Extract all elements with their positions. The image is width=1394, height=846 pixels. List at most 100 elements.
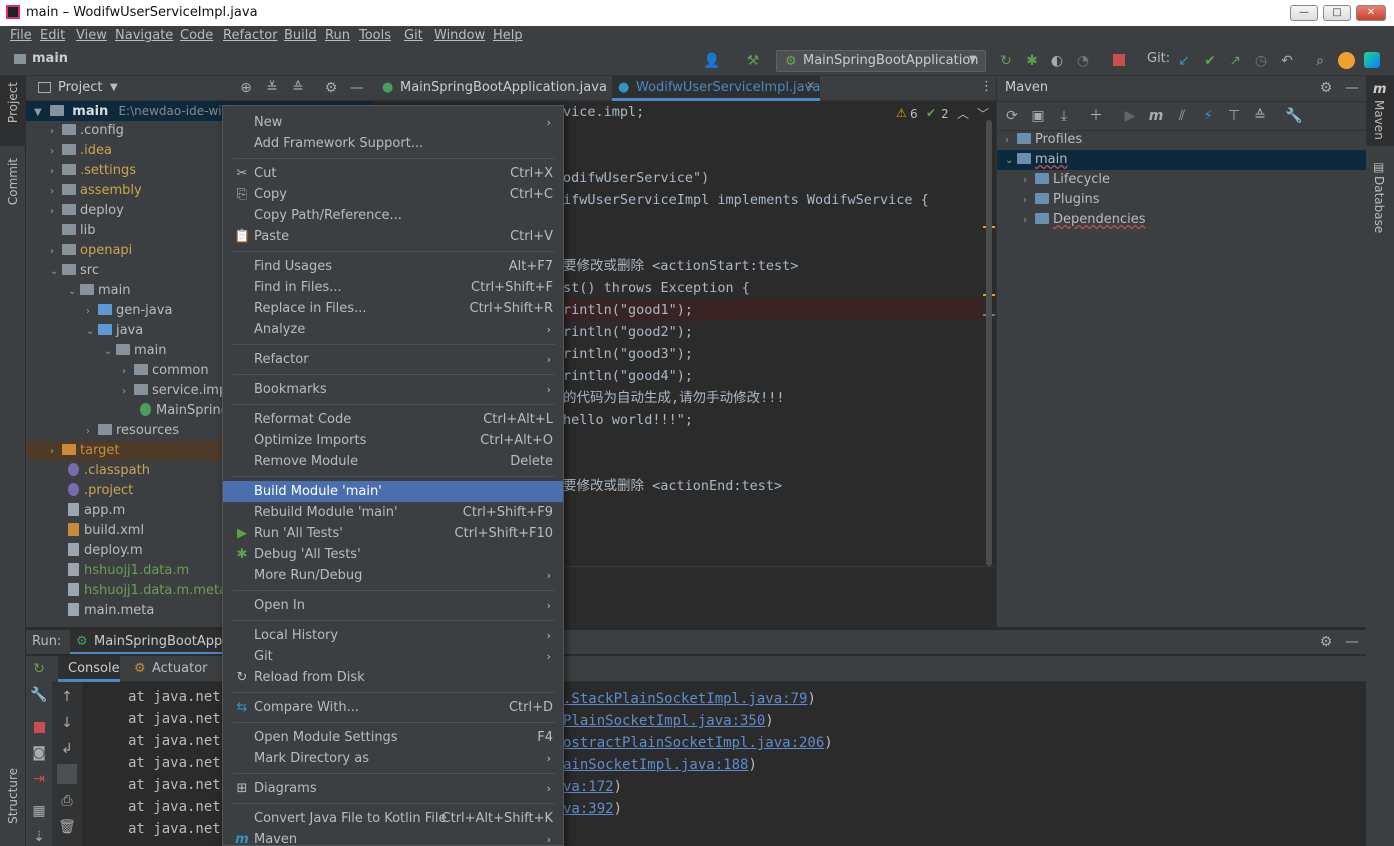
menu-tools[interactable]: Tools — [359, 28, 391, 43]
menu-item-refactor[interactable]: Refactor › — [223, 349, 563, 370]
maven-item-main[interactable]: ⌄ main — [997, 150, 1366, 170]
run-config-dropdown[interactable]: ⚙ MainSpringBootApplication ▼ — [776, 50, 986, 72]
tree-item-assembly[interactable]: › assembly — [50, 181, 142, 201]
menu-item-analyze[interactable]: Analyze › — [223, 319, 563, 340]
tree-item-lib[interactable]: lib — [50, 221, 95, 241]
reload-icon[interactable]: ⟳ — [1003, 107, 1021, 125]
tree-item-deploy[interactable]: › deploy — [50, 201, 124, 221]
menu-item-run-all-tests[interactable]: ▶ Run 'All Tests' Ctrl+Shift+F10 — [223, 523, 563, 544]
exit-icon[interactable]: ⇥ — [30, 770, 48, 788]
menu-item-maven[interactable]: m Maven › — [223, 829, 563, 846]
menu-navigate[interactable]: Navigate — [115, 28, 173, 43]
hide-icon[interactable]: — — [1343, 79, 1361, 97]
tree-item-build-xml[interactable]: build.xml — [68, 521, 144, 541]
stop-icon[interactable] — [34, 722, 45, 733]
menu-code[interactable]: Code — [180, 28, 213, 43]
menu-item-copy[interactable]: ⎘ Copy Ctrl+C — [223, 184, 563, 205]
console-link[interactable]: .StackPlainSocketImpl.java:79 — [563, 688, 807, 710]
collapse-all-icon[interactable]: ≙ — [289, 79, 307, 97]
arrow-down-icon[interactable]: ↓ — [58, 714, 76, 732]
menu-item-paste[interactable]: 📋 Paste Ctrl+V — [223, 226, 563, 247]
menu-item-cut[interactable]: ✂ Cut Ctrl+X — [223, 163, 563, 184]
menu-item-copy-path-reference[interactable]: Copy Path/Reference... — [223, 205, 563, 226]
gear-icon[interactable]: ⚙ — [1317, 633, 1335, 651]
menu-help[interactable]: Help — [493, 28, 523, 43]
console-link[interactable]: ainSocketImpl.java:188 — [563, 754, 748, 776]
console-link[interactable]: va:172 — [563, 776, 614, 798]
tree-item-main-meta[interactable]: main.meta — [68, 601, 154, 621]
tree-item-mainspring[interactable]: MainSpring — [140, 401, 229, 421]
hide-icon[interactable]: — — [348, 79, 366, 97]
download-icon[interactable]: ⤓ — [1055, 107, 1073, 125]
menu-item-open-module-settings[interactable]: Open Module Settings F4 — [223, 727, 563, 748]
code-line[interactable]: rintln("good4"); — [563, 365, 693, 387]
rerun-icon[interactable]: ↻ — [30, 660, 48, 678]
console-link[interactable]: ostractPlainSocketImpl.java:206 — [563, 732, 824, 754]
stop-icon[interactable] — [1113, 54, 1125, 66]
breadcrumb[interactable]: main — [32, 51, 68, 66]
maximize-button[interactable]: □ — [1323, 5, 1351, 21]
commit-tool-label[interactable]: Commit — [6, 158, 20, 205]
menu-git[interactable]: Git — [404, 28, 423, 43]
menu-item-new[interactable]: New › — [223, 112, 563, 133]
user-icon[interactable]: 👤 — [703, 52, 721, 70]
tree-item-settings[interactable]: › .settings — [50, 161, 136, 181]
code-line[interactable]: rintln("good2"); — [563, 321, 693, 343]
tree-item-main[interactable]: ⌄ main — [68, 281, 130, 301]
menu-item-build-module-main[interactable]: Build Module 'main' — [223, 481, 563, 502]
close-button[interactable]: ✕ — [1356, 5, 1386, 21]
run-config-tab[interactable]: ⚙ MainSpringBootAppli — [70, 630, 230, 654]
tree-item-project[interactable]: .project — [68, 481, 133, 501]
locate-icon[interactable]: ⊕ — [237, 79, 255, 97]
tree-item-config[interactable]: › .config — [50, 121, 124, 141]
minimize-button[interactable]: — — [1290, 5, 1318, 21]
soft-wrap-icon[interactable]: ↲ — [58, 740, 76, 758]
maven-tool-tab[interactable]: m Maven — [1366, 76, 1394, 146]
trash-icon[interactable]: 🗑 — [58, 818, 76, 836]
arrow-up-icon[interactable]: ↑ — [58, 688, 76, 706]
git-push-icon[interactable]: ↗ — [1226, 52, 1244, 70]
maven-item-dependencies[interactable]: › Dependencies — [1023, 210, 1146, 230]
tree-item-deploy-m[interactable]: deploy.m — [68, 541, 143, 561]
skip-tests-icon[interactable]: ⚡ — [1199, 107, 1217, 125]
maven-item-plugins[interactable]: › Plugins — [1023, 190, 1100, 210]
warning-icon[interactable]: ⚠ — [896, 106, 907, 120]
menu-item-optimize-imports[interactable]: Optimize Imports Ctrl+Alt+O — [223, 430, 563, 451]
chevron-up-icon[interactable]: ︿ — [957, 105, 969, 122]
menu-view[interactable]: View — [76, 28, 107, 43]
history-icon[interactable]: ◷ — [1252, 52, 1270, 70]
tree-item-java[interactable]: ⌄ java — [86, 321, 143, 341]
code-line[interactable]: 要修改或删除 <actionStart:test> — [563, 255, 798, 277]
tab-menu-icon[interactable]: ⋮ — [980, 79, 993, 94]
menu-item-mark-directory-as[interactable]: Mark Directory as › — [223, 748, 563, 769]
tree-item-common[interactable]: › common — [122, 361, 209, 381]
tree-item-service-impl[interactable]: › service.imp — [122, 381, 227, 401]
menu-item-more-run-debug[interactable]: More Run/Debug › — [223, 565, 563, 586]
tree-item-idea[interactable]: › .idea — [50, 141, 112, 161]
git-commit-icon[interactable]: ✔ — [1201, 52, 1219, 70]
tab-console[interactable]: Console — [58, 656, 120, 682]
toggle-offline-icon[interactable]: ⫽ — [1173, 107, 1191, 125]
maven-item-profiles[interactable]: › Profiles — [1005, 130, 1082, 150]
camera-icon[interactable]: ◙ — [30, 744, 48, 762]
tab-actuator[interactable]: ⚙ Actuator — [132, 656, 212, 682]
tree-item-main-package[interactable]: ⌄ main — [104, 341, 166, 361]
tree-item-resources[interactable]: › resources — [86, 421, 179, 441]
profile-icon[interactable]: ◔ — [1074, 52, 1092, 70]
menu-item-add-framework-support[interactable]: Add Framework Support... — [223, 133, 563, 154]
code-line[interactable]: rintln("good1"); — [563, 299, 983, 321]
tree-item-openapi[interactable]: › openapi — [50, 241, 132, 261]
maven-goal-icon[interactable]: m — [1147, 107, 1165, 125]
code-line[interactable]: rintln("good3"); — [563, 343, 693, 365]
tree-item-hshuojj1-data-m-meta[interactable]: hshuojj1.data.m.meta — [68, 581, 227, 601]
structure-tool-label[interactable]: Structure — [6, 768, 20, 824]
menu-run[interactable]: Run — [325, 28, 350, 43]
menu-item-reformat-code[interactable]: Reformat Code Ctrl+Alt+L — [223, 409, 563, 430]
menu-item-debug-all-tests[interactable]: ✱ Debug 'All Tests' — [223, 544, 563, 565]
wrench-icon[interactable]: 🔧 — [1285, 107, 1303, 125]
menu-item-convert-java-file-to-kotlin-file[interactable]: Convert Java File to Kotlin File Ctrl+Alt… — [223, 808, 563, 829]
update-icon[interactable] — [1338, 52, 1355, 69]
menu-refactor[interactable]: Refactor — [223, 28, 278, 43]
scroll-to-end-icon[interactable] — [57, 764, 77, 784]
menu-item-compare-with[interactable]: ⇆ Compare With... Ctrl+D — [223, 697, 563, 718]
